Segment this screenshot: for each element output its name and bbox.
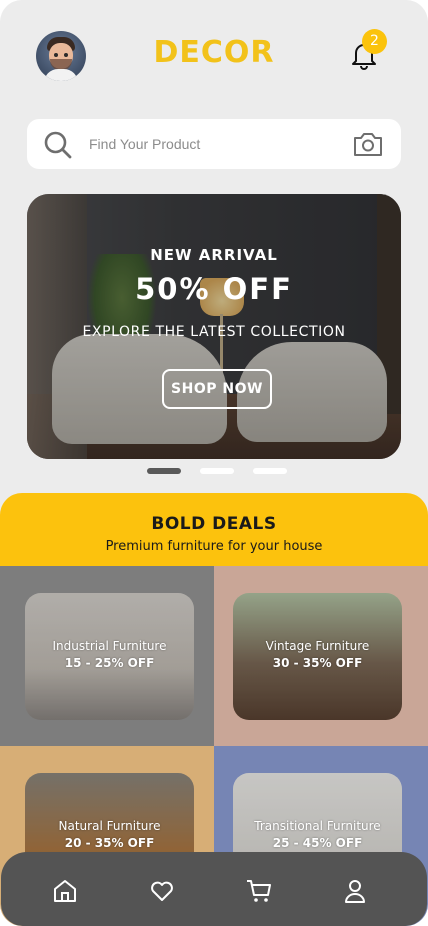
camera-icon[interactable]	[352, 130, 384, 158]
deal-discount: 30 - 35% OFF	[272, 656, 363, 670]
carousel-dot-active[interactable]	[147, 468, 181, 474]
deal-discount: 20 - 35% OFF	[64, 836, 155, 850]
deals-subtitle: Premium furniture for your house	[105, 539, 323, 554]
home-icon[interactable]	[52, 878, 78, 904]
deal-tile: Industrial Furniture 15 - 25% OFF	[0, 566, 214, 746]
search-bar	[27, 119, 401, 169]
deal-name: Transitional Furniture	[254, 819, 381, 833]
banner-kicker: NEW ARRIVAL	[150, 246, 278, 264]
app-screen: DECOR 2 NEW ARRIVAL 50% OFF EXPLORE THE …	[0, 0, 428, 926]
search-icon[interactable]	[43, 130, 73, 160]
deal-name: Industrial Furniture	[52, 639, 167, 653]
banner-subtext: EXPLORE THE LATEST COLLECTION	[82, 324, 346, 340]
banner-headline: 50% OFF	[135, 272, 293, 306]
deals-header: BOLD DEALS Premium furniture for your ho…	[0, 493, 428, 573]
deal-name: Vintage Furniture	[265, 639, 370, 653]
carousel-dot[interactable]	[253, 468, 287, 474]
shop-now-button[interactable]: SHOP NOW	[162, 369, 272, 409]
search-input[interactable]	[89, 131, 329, 157]
carousel-dot[interactable]	[200, 468, 234, 474]
cart-icon[interactable]	[246, 878, 272, 904]
deal-discount: 25 - 45% OFF	[272, 836, 363, 850]
heart-icon[interactable]	[149, 878, 175, 904]
deal-card-vintage[interactable]: Vintage Furniture 30 - 35% OFF	[233, 593, 402, 720]
deal-discount: 15 - 25% OFF	[64, 656, 155, 670]
notification-badge: 2	[362, 29, 387, 54]
deals-title: BOLD DEALS	[151, 514, 277, 534]
user-icon[interactable]	[342, 878, 368, 904]
promo-banner[interactable]: NEW ARRIVAL 50% OFF EXPLORE THE LATEST C…	[27, 194, 401, 459]
deal-card-industrial[interactable]: Industrial Furniture 15 - 25% OFF	[25, 593, 194, 720]
deal-tile: Vintage Furniture 30 - 35% OFF	[214, 566, 428, 746]
bottom-nav	[1, 852, 427, 926]
deal-name: Natural Furniture	[58, 819, 161, 833]
